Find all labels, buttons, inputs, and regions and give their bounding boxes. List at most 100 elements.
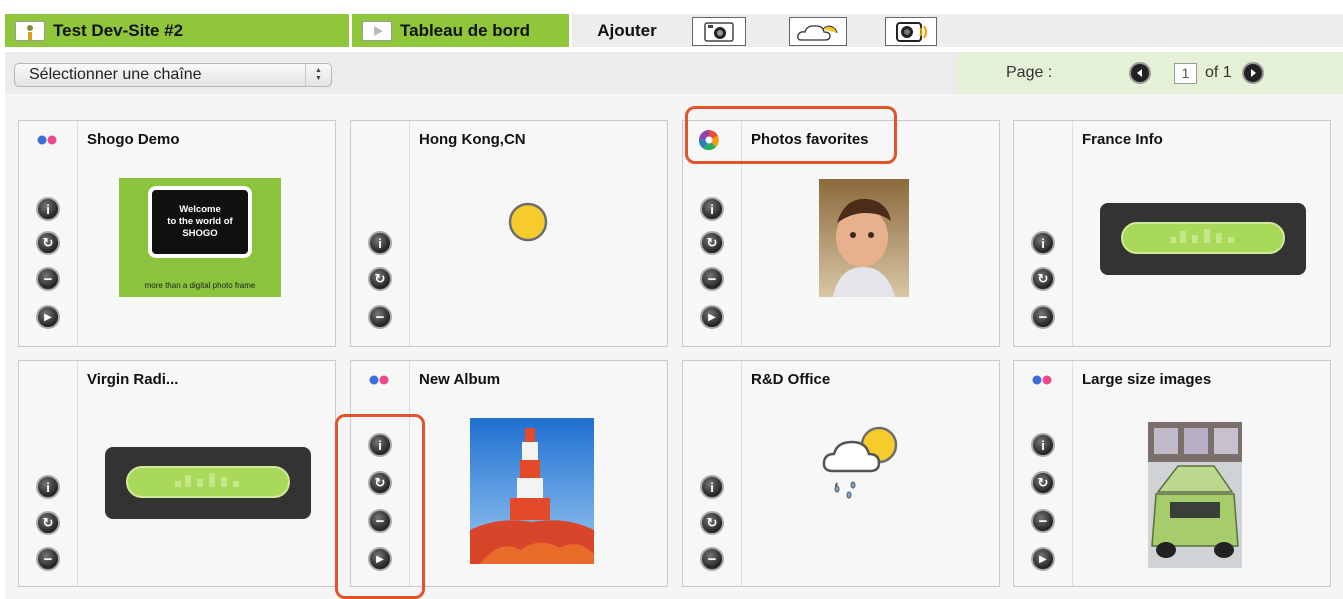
flickr-icon bbox=[1032, 375, 1052, 385]
info-button[interactable]: i bbox=[1031, 231, 1055, 255]
refresh-button[interactable]: ↻ bbox=[1031, 267, 1055, 291]
add-radio-icon bbox=[896, 21, 927, 42]
car-photo bbox=[1148, 422, 1242, 568]
refresh-button[interactable]: ↻ bbox=[36, 511, 60, 535]
page-number-input[interactable]: 1 bbox=[1174, 63, 1197, 84]
refresh-button[interactable]: ↻ bbox=[36, 231, 60, 255]
arrow-left-icon bbox=[1137, 69, 1142, 77]
refresh-button[interactable]: ↻ bbox=[1031, 471, 1055, 495]
shogo-welcome-box: Welcome to the world of SHOGO bbox=[148, 186, 252, 258]
shogo-line1: Welcome bbox=[179, 204, 221, 215]
radio-display-icon bbox=[1100, 203, 1306, 275]
play-circle-icon: ▶ bbox=[708, 311, 716, 323]
sun-icon bbox=[508, 202, 548, 242]
highlight-new-album-controls bbox=[335, 414, 425, 599]
info-icon: i bbox=[710, 201, 714, 217]
play-button[interactable]: ▶ bbox=[700, 305, 724, 329]
refresh-button[interactable]: ↻ bbox=[700, 511, 724, 535]
info-icon: i bbox=[46, 201, 50, 217]
card-title: France Info bbox=[1082, 131, 1163, 148]
add-radio-button[interactable] bbox=[885, 17, 937, 46]
play-button[interactable]: ▶ bbox=[1031, 547, 1055, 571]
refresh-icon: ↻ bbox=[706, 235, 718, 250]
page-total: of 1 bbox=[1205, 64, 1232, 81]
play-circle-icon: ▶ bbox=[1039, 553, 1047, 565]
card-title: Large size images bbox=[1082, 371, 1212, 388]
site-tab-label: Test Dev-Site #2 bbox=[53, 20, 184, 40]
minus-icon: − bbox=[1038, 308, 1048, 326]
minus-icon: − bbox=[43, 270, 53, 288]
human-tower-photo bbox=[470, 418, 594, 564]
dashboard-tab[interactable]: Tableau de bord bbox=[352, 14, 569, 47]
info-button[interactable]: i bbox=[36, 475, 60, 499]
card-title: Shogo Demo bbox=[87, 131, 180, 148]
next-page-button[interactable] bbox=[1242, 62, 1264, 84]
play-button[interactable]: ▶ bbox=[36, 305, 60, 329]
info-button[interactable]: i bbox=[1031, 433, 1055, 457]
remove-button[interactable]: − bbox=[700, 547, 724, 571]
remove-button[interactable]: − bbox=[368, 305, 392, 329]
card-title: New Album bbox=[419, 371, 501, 388]
refresh-icon: ↻ bbox=[374, 271, 386, 286]
flickr-icon bbox=[369, 375, 389, 385]
rain-sun-icon bbox=[822, 426, 898, 499]
refresh-icon: ↻ bbox=[706, 515, 718, 530]
play-circle-icon: ▶ bbox=[44, 311, 52, 323]
channel-card[interactable]: Virgin Radi... i ↻ − bbox=[18, 360, 336, 587]
info-button[interactable]: i bbox=[368, 231, 392, 255]
remove-button[interactable]: − bbox=[700, 267, 724, 291]
site-tab[interactable]: Test Dev-Site #2 bbox=[5, 14, 349, 47]
refresh-button[interactable]: ↻ bbox=[368, 267, 392, 291]
channel-select[interactable]: Sélectionner une chaîne ▲ ▼ bbox=[14, 63, 332, 87]
shogo-line3: SHOGO bbox=[182, 228, 218, 239]
add-weather-button[interactable] bbox=[789, 17, 847, 46]
channel-card[interactable]: France Info i ↻ − bbox=[1013, 120, 1331, 347]
remove-button[interactable]: − bbox=[1031, 305, 1055, 329]
toolbar-background bbox=[682, 14, 1343, 47]
dashboard-tab-label: Tableau de bord bbox=[400, 20, 531, 40]
channel-card[interactable]: Shogo Demo i ↻ − ▶ Welcome to the world … bbox=[18, 120, 336, 347]
play-icon bbox=[362, 20, 392, 41]
remove-button[interactable]: − bbox=[1031, 509, 1055, 533]
minus-icon: − bbox=[43, 550, 53, 568]
shogo-line2: to the world of bbox=[167, 216, 233, 227]
add-label-area: Ajouter bbox=[572, 14, 682, 47]
site-icon bbox=[15, 20, 45, 41]
card-title: Virgin Radi... bbox=[87, 371, 179, 388]
add-label: Ajouter bbox=[597, 20, 657, 40]
prev-page-button[interactable] bbox=[1129, 62, 1151, 84]
add-photo-icon bbox=[704, 21, 734, 42]
refresh-button[interactable]: ↻ bbox=[700, 231, 724, 255]
card-title: R&D Office bbox=[751, 371, 831, 388]
info-button[interactable]: i bbox=[36, 197, 60, 221]
channel-select-value: Sélectionner une chaîne bbox=[29, 66, 202, 83]
info-icon: i bbox=[710, 479, 714, 495]
add-photo-button[interactable] bbox=[692, 17, 746, 46]
channel-card[interactable]: Hong Kong,CN i ↻ − bbox=[350, 120, 668, 347]
remove-button[interactable]: − bbox=[36, 547, 60, 571]
channel-card[interactable]: R&D Office i ↻ − bbox=[682, 360, 1000, 587]
refresh-icon: ↻ bbox=[1037, 271, 1049, 286]
radio-display-icon bbox=[105, 447, 311, 519]
info-icon: i bbox=[378, 235, 382, 251]
channel-card[interactable]: Large size images i ↻ − ▶ bbox=[1013, 360, 1331, 587]
refresh-icon: ↻ bbox=[1037, 475, 1049, 490]
refresh-icon: ↻ bbox=[42, 515, 54, 530]
child-photo bbox=[819, 179, 909, 297]
info-icon: i bbox=[1041, 437, 1045, 453]
info-button[interactable]: i bbox=[700, 475, 724, 499]
minus-icon: − bbox=[375, 308, 385, 326]
remove-button[interactable]: − bbox=[36, 267, 60, 291]
arrow-right-icon bbox=[1251, 69, 1256, 77]
minus-icon: − bbox=[707, 270, 717, 288]
minus-icon: − bbox=[707, 550, 717, 568]
page-label: Page : bbox=[1006, 64, 1053, 81]
select-arrows-icon: ▲ ▼ bbox=[305, 64, 331, 86]
shogo-footer: more than a digital photo frame bbox=[144, 281, 256, 290]
minus-icon: − bbox=[1038, 512, 1048, 530]
top-bar: Test Dev-Site #2 Tableau de bord Ajouter bbox=[0, 0, 1343, 52]
info-icon: i bbox=[46, 479, 50, 495]
add-weather-icon bbox=[797, 24, 838, 41]
refresh-icon: ↻ bbox=[42, 235, 54, 250]
info-button[interactable]: i bbox=[700, 197, 724, 221]
